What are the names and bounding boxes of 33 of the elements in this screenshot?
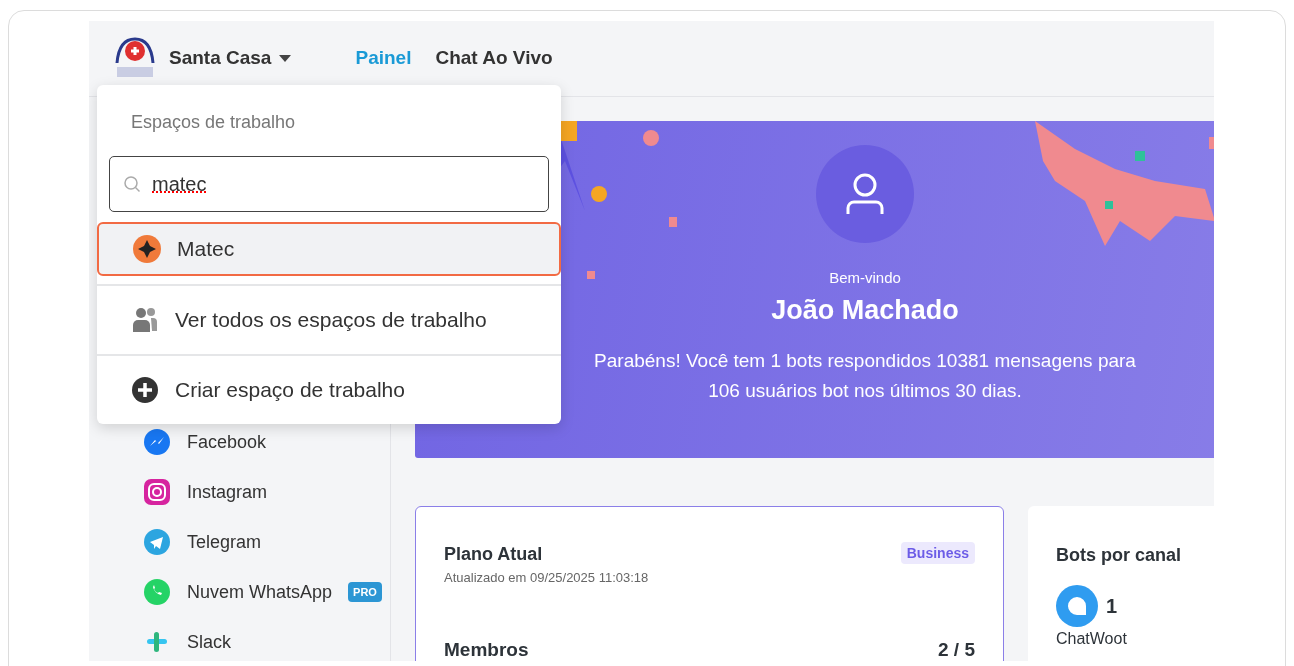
sidebar-item[interactable]: Nuvem WhatsApp PRO: [143, 567, 382, 617]
bot-stats-message: Parabéns! Você tem 1 bots respondidos 10381 mensagens para 106 usuários bot nos últimos 30 dias.: [593, 349, 1137, 404]
whatsapp-icon: [143, 578, 171, 606]
instagram-icon: [143, 478, 171, 506]
menu-item[interactable]: Ver todos os espaços de trabalho: [97, 286, 561, 354]
workspace-logo-icon: [133, 235, 161, 263]
caret-icon: [279, 55, 292, 62]
workspace-item[interactable]: Matec: [97, 222, 561, 276]
sidebar-item[interactable]: Telegram: [143, 517, 262, 567]
sidebar-item[interactable]: Slack: [143, 617, 231, 661]
workspace-selector[interactable]: Santa Casa: [169, 44, 292, 73]
messenger-icon: [143, 428, 171, 456]
sidebar-item[interactable]: Instagram: [143, 467, 268, 517]
people-icon: [131, 306, 159, 334]
card-title: Bots por canal: [1056, 544, 1183, 567]
menu-heading: Espaços de trabalho: [130, 111, 297, 134]
bot-count: 1: [1106, 594, 1118, 619]
channel-label: ChatWoot: [1056, 629, 1127, 649]
nav-tab[interactable]: Chat Ao Vivo: [435, 44, 553, 73]
updated-timestamp: Atualizado em 09/25/2025 11:03:18: [444, 569, 649, 587]
user-name: João Machado: [771, 293, 959, 327]
pro-badge: PRO: [348, 581, 382, 603]
search-field[interactable]: matec: [109, 156, 549, 212]
greeting-text: Bem-vindo: [829, 268, 901, 288]
members-label: Membros: [444, 637, 529, 661]
plan-badge: Business: [900, 542, 975, 564]
chat-bubble-icon: [1056, 585, 1098, 627]
members-count: 2 / 5: [938, 637, 975, 661]
user-icon: [845, 172, 885, 216]
plus-circle-icon: [131, 376, 159, 404]
menu-item[interactable]: Criar espaço de trabalho: [97, 356, 561, 424]
card-title: Plano Atual: [444, 543, 544, 566]
telegram-icon: [143, 528, 171, 556]
